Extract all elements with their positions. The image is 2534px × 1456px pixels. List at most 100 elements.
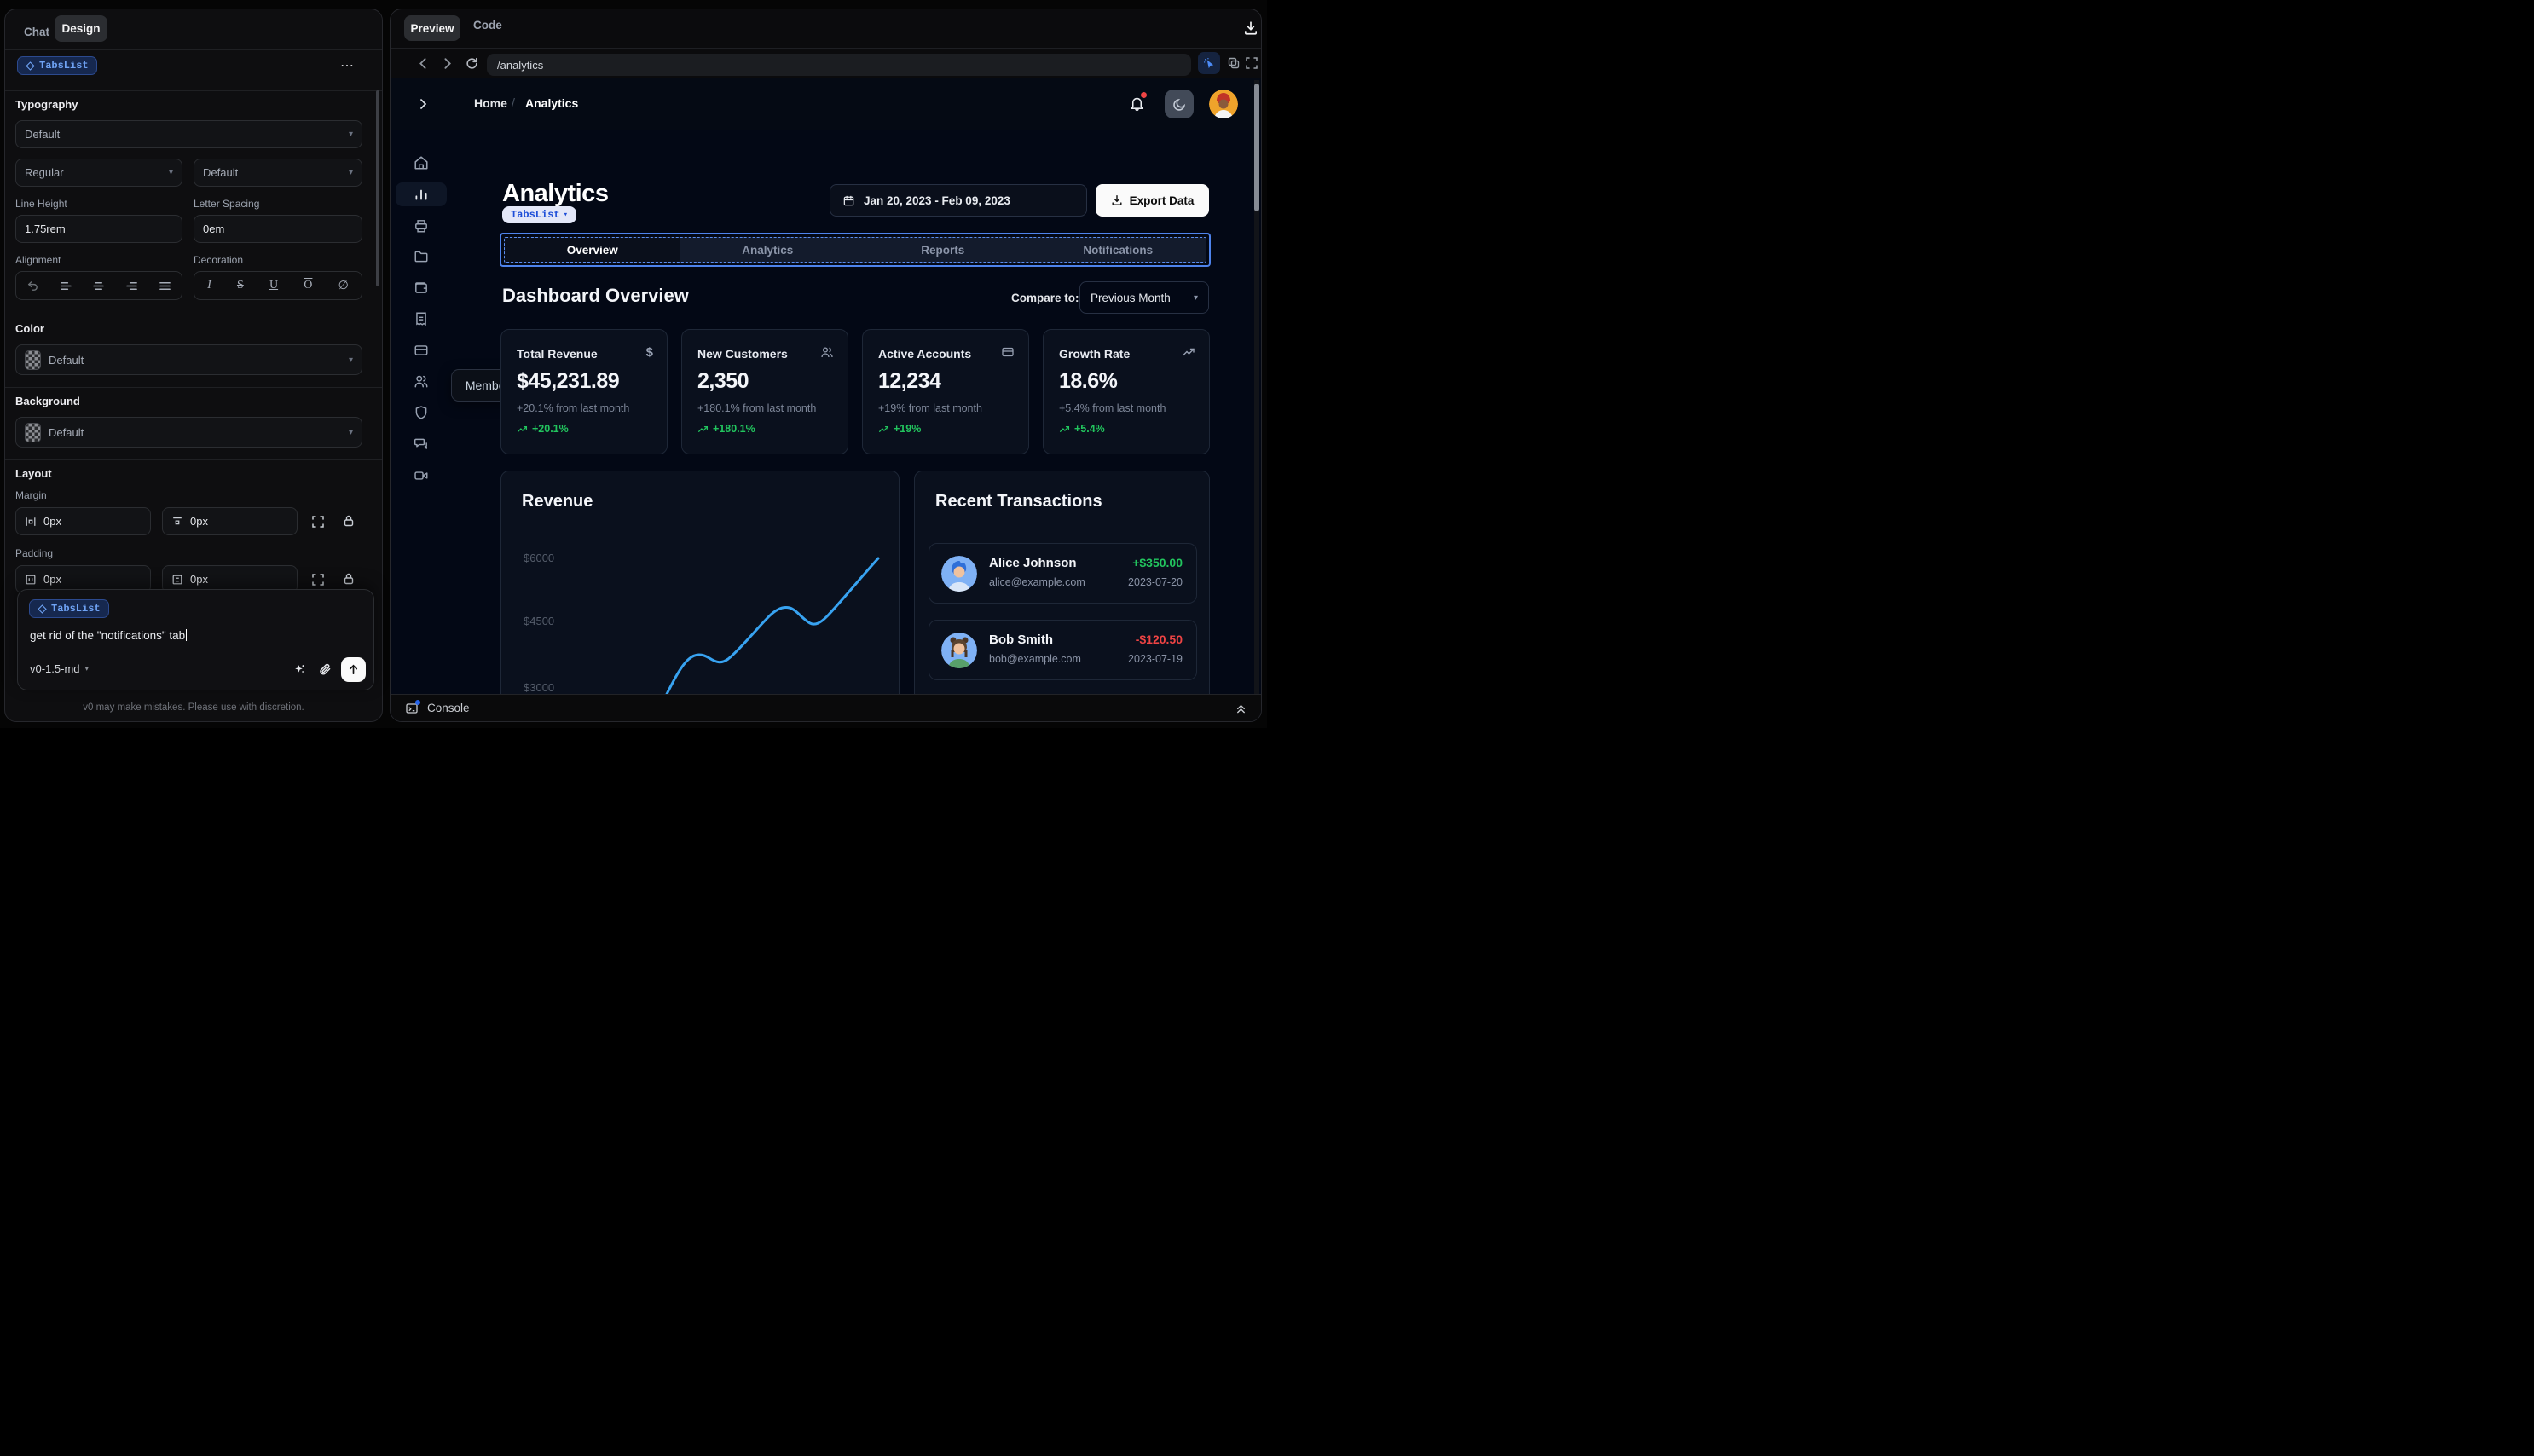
selected-node-chip[interactable]: TabsList ▾	[502, 206, 577, 223]
breadcrumb-home[interactable]: Home	[474, 96, 507, 110]
transaction-amount: +$350.00	[1132, 556, 1183, 569]
chevrons-up-icon[interactable]	[1235, 702, 1247, 714]
transactions-card: Recent Transactions Alice Johnson alice@…	[914, 471, 1210, 721]
letter-spacing-label: Letter Spacing	[194, 198, 260, 210]
padding-expand-icon[interactable]	[311, 573, 325, 586]
strikethrough-icon[interactable]: S	[237, 279, 244, 292]
tab-design[interactable]: Design	[55, 15, 107, 42]
tab-preview[interactable]: Preview	[404, 15, 460, 41]
avatar[interactable]	[1209, 90, 1238, 118]
compare-select[interactable]: Previous Month ▾	[1079, 281, 1209, 314]
composer-input[interactable]: get rid of the "notifications" tab	[30, 629, 188, 642]
refresh-icon[interactable]	[465, 56, 479, 71]
v0-workspace: Chat Design TabsList ⋯ Typography Defaul…	[0, 0, 1267, 728]
tabs-list: Overview Analytics Reports Notifications	[504, 237, 1206, 263]
padding-lock-icon[interactable]	[342, 572, 356, 586]
margin-x-field[interactable]: 0px	[15, 507, 151, 535]
sparkles-icon[interactable]	[292, 663, 307, 678]
paperclip-icon[interactable]	[318, 662, 333, 677]
send-button[interactable]	[341, 657, 366, 682]
export-icon	[1112, 195, 1122, 205]
element-menu-button[interactable]: ⋯	[340, 57, 355, 74]
url-input[interactable]: /analytics	[487, 54, 1191, 76]
letter-spacing-field[interactable]: 0em	[194, 215, 362, 243]
trend-up-icon	[878, 425, 889, 432]
undo-icon[interactable]	[26, 280, 39, 292]
underline-icon[interactable]: U	[269, 279, 278, 292]
line-height-label: Line Height	[15, 198, 67, 210]
date-range-button[interactable]: Jan 20, 2023 - Feb 09, 2023	[830, 184, 1087, 217]
dollar-icon: $	[645, 345, 653, 360]
model-selector[interactable]: v0-1.5-md ▾	[30, 662, 89, 675]
line-height-field[interactable]: 1.75rem	[15, 215, 182, 243]
font-size-select[interactable]: Default ▾	[194, 159, 362, 187]
wallet-icon[interactable]	[414, 280, 429, 295]
trending-up-icon	[1183, 348, 1195, 356]
align-justify-icon[interactable]	[159, 280, 171, 292]
home-icon[interactable]	[414, 155, 429, 170]
trend-up-icon	[517, 425, 528, 432]
page-title: Analytics	[502, 180, 609, 207]
copy-icon[interactable]	[1227, 56, 1241, 70]
tab-reports[interactable]: Reports	[855, 238, 1031, 262]
disclaimer-text: v0 may make mistakes. Please use with di…	[83, 702, 304, 713]
margin-vertical-icon	[173, 517, 182, 524]
nav-back-icon[interactable]	[416, 56, 431, 71]
y-tick-4500: $4500	[524, 615, 555, 627]
panel-scrollbar[interactable]	[376, 90, 379, 286]
stat-card-total-revenue: Total Revenue $ $45,231.89 +20.1% from l…	[500, 329, 668, 454]
design-panel: Chat Design TabsList ⋯ Typography Defaul…	[4, 9, 383, 722]
sidebar-toggle-icon[interactable]	[416, 97, 430, 111]
tab-overview[interactable]: Overview	[505, 238, 680, 262]
bar-chart-icon[interactable]	[414, 187, 429, 202]
export-data-button[interactable]: Export Data	[1096, 184, 1209, 217]
color-select[interactable]: Default ▾	[15, 344, 362, 375]
receipt-icon[interactable]	[414, 311, 429, 326]
tab-analytics[interactable]: Analytics	[680, 238, 856, 262]
trend-up-icon	[697, 425, 709, 432]
align-right-icon[interactable]	[125, 280, 138, 292]
credit-card-icon[interactable]	[414, 343, 429, 358]
align-left-icon[interactable]	[60, 280, 72, 292]
no-decoration-icon[interactable]: ∅	[338, 279, 349, 293]
messages-icon[interactable]	[414, 436, 429, 452]
folder-icon[interactable]	[414, 249, 429, 264]
tabs-selection-box: Overview Analytics Reports Notifications	[500, 233, 1211, 267]
nav-forward-icon[interactable]	[440, 56, 454, 71]
transaction-row[interactable]: Bob Smith bob@example.com -$120.50 2023-…	[929, 620, 1197, 680]
shield-icon[interactable]	[414, 405, 429, 420]
users-icon[interactable]	[414, 373, 429, 389]
align-center-icon[interactable]	[92, 280, 105, 292]
font-weight-select[interactable]: Regular ▾	[15, 159, 182, 187]
selected-element-chip[interactable]: TabsList	[17, 56, 97, 75]
theme-toggle-button[interactable]	[1165, 90, 1194, 118]
composer-element-chip[interactable]: TabsList	[29, 599, 109, 618]
user-avatar-image	[1209, 90, 1238, 118]
fullscreen-icon[interactable]	[1245, 56, 1258, 70]
preview-scrollbar-thumb[interactable]	[1254, 84, 1259, 211]
tab-notifications[interactable]: Notifications	[1031, 238, 1206, 262]
notification-dot	[1141, 92, 1147, 98]
tab-chat[interactable]: Chat	[24, 20, 49, 43]
console-bar[interactable]: Console	[391, 694, 1261, 721]
font-select[interactable]: Default ▾	[15, 120, 362, 148]
breadcrumb-current[interactable]: Analytics	[525, 96, 578, 110]
overline-icon[interactable]: O	[304, 279, 312, 292]
printer-icon[interactable]	[414, 218, 429, 234]
inspect-mode-button[interactable]	[1198, 52, 1220, 74]
preview-viewport: Home / Analytics Members Analytics TabsL…	[391, 78, 1261, 721]
alignment-label: Alignment	[15, 254, 61, 266]
margin-expand-icon[interactable]	[311, 515, 325, 529]
text-cursor	[186, 629, 188, 641]
background-select[interactable]: Default ▾	[15, 417, 362, 448]
chart-title: Revenue	[522, 492, 593, 511]
download-icon[interactable]	[1243, 20, 1258, 36]
video-icon[interactable]	[414, 468, 429, 483]
margin-y-field[interactable]: 0px	[162, 507, 298, 535]
trend-up-icon	[1059, 425, 1070, 432]
chat-composer[interactable]: TabsList get rid of the "notifications" …	[17, 589, 374, 690]
transaction-row[interactable]: Alice Johnson alice@example.com +$350.00…	[929, 543, 1197, 604]
italic-icon[interactable]: I	[207, 279, 211, 292]
margin-lock-icon[interactable]	[342, 514, 356, 528]
tab-code[interactable]: Code	[473, 19, 502, 32]
